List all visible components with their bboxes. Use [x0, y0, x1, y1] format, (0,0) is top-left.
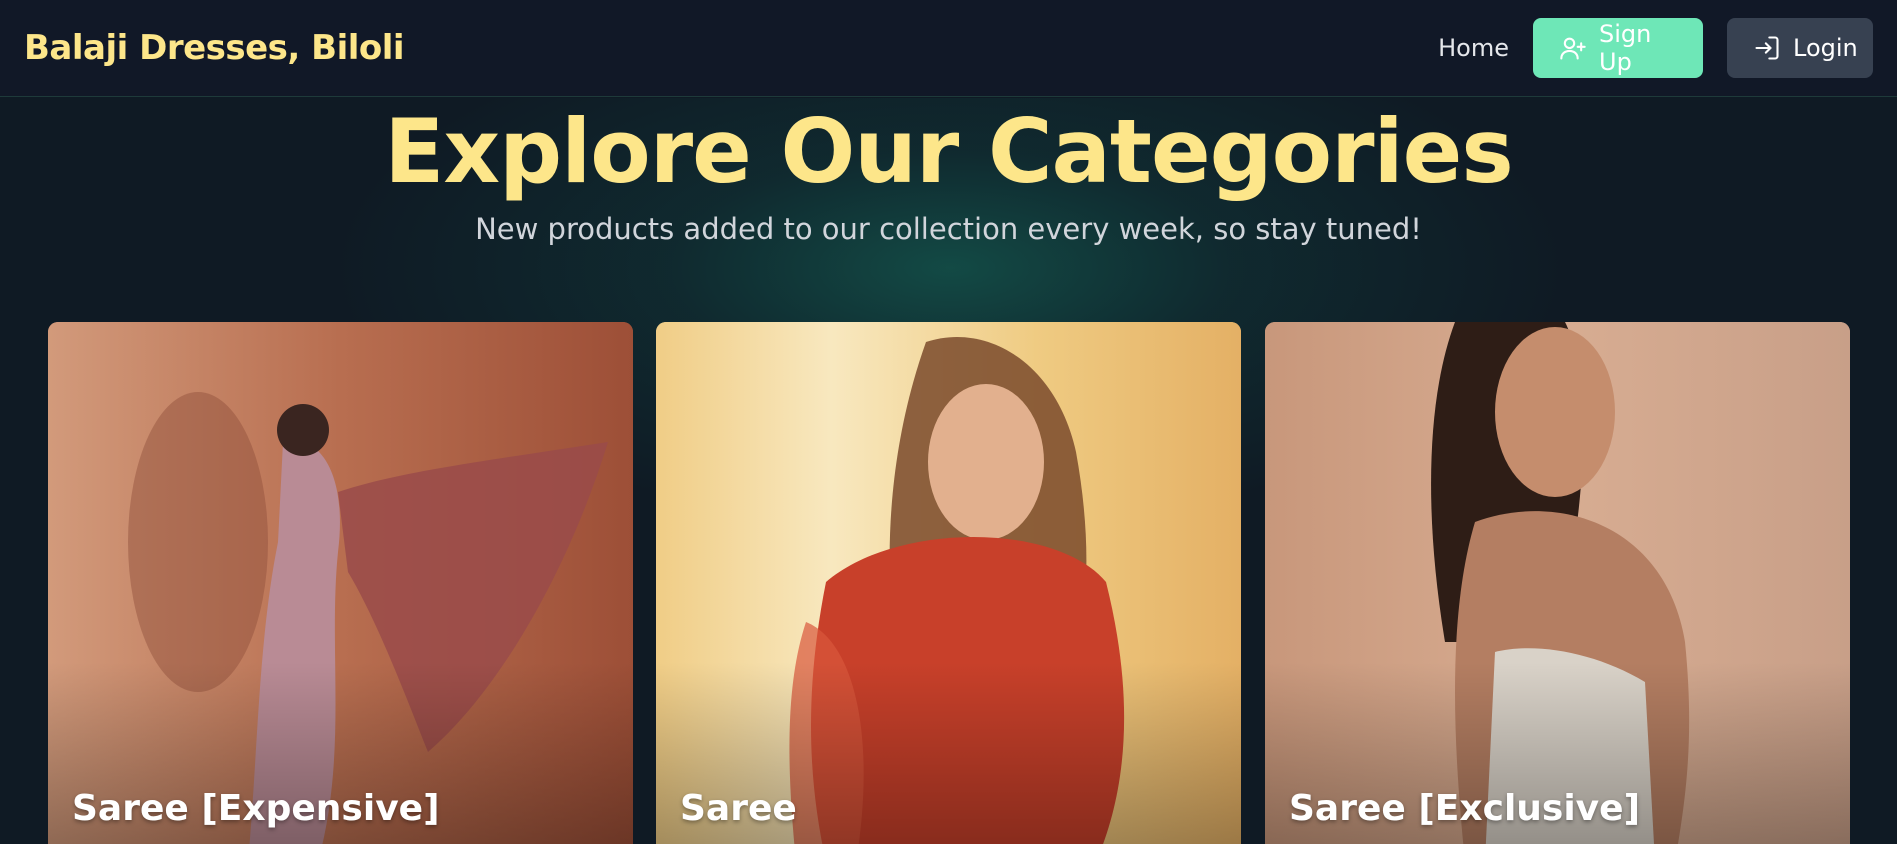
- category-card-title: Saree [Exclusive]: [1289, 788, 1641, 829]
- page-title: Explore Our Categories: [384, 100, 1514, 203]
- signup-button[interactable]: Sign Up: [1533, 18, 1703, 78]
- login-button-label: Login: [1793, 34, 1858, 62]
- category-card-saree-expensive[interactable]: Saree [Expensive]: [48, 322, 633, 844]
- nav-actions: Home Sign Up Login: [1438, 18, 1873, 78]
- category-card-title: Saree: [680, 788, 797, 829]
- category-card-saree[interactable]: Saree: [656, 322, 1241, 844]
- login-arrow-icon: [1755, 36, 1779, 60]
- nav-home-link[interactable]: Home: [1438, 34, 1509, 62]
- brand-logo-text[interactable]: Balaji Dresses, Biloli: [24, 28, 405, 68]
- page-subtitle: New products added to our collection eve…: [475, 212, 1422, 246]
- category-card-saree-exclusive[interactable]: Saree [Exclusive]: [1265, 322, 1850, 844]
- login-button[interactable]: Login: [1727, 18, 1873, 78]
- signup-button-label: Sign Up: [1599, 20, 1652, 76]
- user-plus-icon: [1560, 37, 1586, 60]
- category-card-title: Saree [Expensive]: [72, 788, 440, 829]
- top-navbar: Balaji Dresses, Biloli Home Sign Up Logi…: [0, 0, 1897, 97]
